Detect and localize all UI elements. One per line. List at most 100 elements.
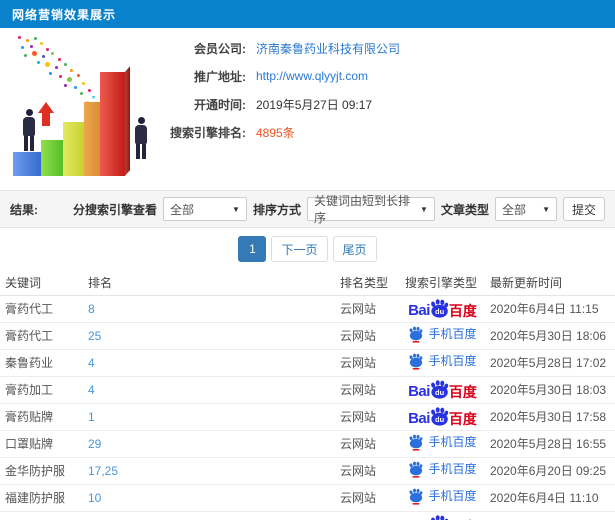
account-info-fields: 会员公司: 济南秦鲁药业科技有限公司 推广地址: http://www.qlyy… [168, 34, 400, 146]
engine-cell: Bai du 百度 [400, 376, 485, 404]
engine-cell: Bai du 百度 [400, 295, 485, 323]
table-row: 金华防护服 17,25 云网站 手机百度 2020年6月20日 09:25 [0, 457, 615, 485]
updated-time-text: 2020年5月30日 18:06 [490, 329, 607, 343]
header-engine-type: 搜索引擎类型 [400, 270, 485, 296]
baidu-paw-icon: du [431, 380, 449, 399]
growth-arrow-icon [38, 102, 54, 126]
confetti-decoration [18, 36, 21, 39]
illustration-bar-red [100, 72, 125, 176]
baidu-paw-icon [410, 353, 423, 370]
svg-text:du: du [435, 388, 445, 397]
businessman-figure-right [134, 117, 148, 159]
baidu-paw-icon [410, 434, 423, 451]
member-company-label: 会员公司: [194, 41, 246, 56]
promo-url-link[interactable]: http://www.qlyyjt.com [256, 69, 368, 83]
page-1-button[interactable]: 1 [238, 236, 267, 262]
table-row: Bai du 百度 [0, 511, 615, 520]
baidu-mobile-logo: 手机百度 [408, 488, 477, 505]
member-company-link[interactable]: 济南秦鲁药业科技有限公司 [256, 40, 400, 57]
rank-link[interactable]: 17,25 [88, 464, 118, 478]
engine-filter-value: 全部 [169, 202, 194, 217]
sort-filter-select[interactable]: 关键词由短到长排序 ▼ [306, 194, 435, 225]
promo-url-row: 推广地址: http://www.qlyyjt.com [168, 62, 400, 90]
engine-cell: 手机百度 [400, 349, 485, 377]
engine-cell: 手机百度 [400, 430, 485, 458]
sort-filter-label: 排序方式 [252, 202, 301, 217]
keyword-text: 膏药代工 [5, 302, 54, 316]
updated-time-text: 2020年5月30日 17:58 [490, 410, 607, 424]
baidu-paw-icon [410, 461, 423, 478]
article-type-select[interactable]: 全部 ▼ [494, 197, 557, 221]
engine-filter-label: 分搜索引擎查看 [72, 202, 157, 217]
svg-text:du: du [435, 307, 445, 316]
baidu-pc-logo: Bai du 百度 [408, 515, 477, 520]
baidu-pc-logo: Bai du 百度 [408, 299, 477, 318]
baidu-pc-logo: Bai du 百度 [408, 380, 477, 399]
rank-link[interactable]: 1 [88, 410, 95, 424]
baidu-paw-icon [410, 488, 423, 505]
table-row: 秦鲁药业 4 云网站 手机百度 2020年5月28日 17:02 [0, 349, 615, 377]
rank-type-text: 云网站 [340, 464, 377, 478]
window-titlebar: 网络营销效果展示 [0, 0, 615, 28]
keyword-text: 膏药加工 [5, 383, 54, 397]
rank-type-text: 云网站 [340, 329, 377, 343]
result-label: 结果: [10, 202, 38, 217]
next-page-button[interactable]: 下一页 [271, 236, 328, 262]
rank-link[interactable]: 4 [88, 383, 95, 397]
rank-link[interactable]: 25 [88, 329, 101, 343]
engine-rank-count-label: 搜索引擎排名: [170, 125, 246, 140]
open-time-value: 2019年5月27日 09:17 [256, 97, 373, 112]
filter-bar: 结果: 分搜索引擎查看 全部 ▼ 排序方式 关键词由短到长排序 ▼ 文章类型 全… [0, 190, 615, 228]
engine-cell: Bai du 百度 [400, 511, 485, 520]
pagination: 1 下一页 尾页 [0, 228, 615, 270]
marketing-chart-illustration [8, 32, 170, 184]
baidu-paw-icon: du [431, 515, 449, 520]
keyword-text: 秦鲁药业 [5, 356, 54, 370]
table-row: 膏药加工 4 云网站 Bai du 百度 2020年5月30日 18:03 [0, 376, 615, 404]
engine-cell: 手机百度 [400, 457, 485, 485]
table-body: 膏药代工 8 云网站 Bai du 百度 2020年6月4日 11:15 膏药代… [0, 295, 615, 520]
svg-text:du: du [435, 415, 445, 424]
baidu-paw-icon [410, 326, 423, 343]
open-time-row: 开通时间: 2019年5月27日 09:17 [168, 90, 400, 118]
last-page-button[interactable]: 尾页 [332, 236, 377, 262]
keywords-table: 关键词 排名 排名类型 搜索引擎类型 最新更新时间 膏药代工 8 云网站 Bai… [0, 270, 615, 520]
updated-time-text: 2020年6月20日 09:25 [490, 464, 607, 478]
keyword-text: 金华防护服 [5, 464, 66, 478]
rank-type-text: 云网站 [340, 491, 377, 505]
keyword-text: 口罩贴牌 [5, 437, 54, 451]
chevron-down-icon: ▼ [420, 204, 428, 214]
rank-link[interactable]: 4 [88, 356, 95, 370]
engine-cell: 手机百度 [400, 322, 485, 350]
table-row: 福建防护服 10 云网站 手机百度 2020年6月4日 11:10 [0, 484, 615, 512]
article-type-label: 文章类型 [440, 202, 489, 217]
engine-rank-count-row: 搜索引擎排名: 4895条 [168, 118, 400, 146]
member-company-row: 会员公司: 济南秦鲁药业科技有限公司 [168, 34, 400, 62]
filter-controls: 分搜索引擎查看 全部 ▼ 排序方式 关键词由短到长排序 ▼ 文章类型 全部 ▼ … [72, 194, 605, 225]
table-row: 膏药代工 8 云网站 Bai du 百度 2020年6月4日 11:15 [0, 295, 615, 323]
table-row: 口罩贴牌 29 云网站 手机百度 2020年5月28日 16:55 [0, 430, 615, 458]
article-type-value: 全部 [501, 202, 526, 217]
rank-link[interactable]: 29 [88, 437, 101, 451]
baidu-paw-icon: du [431, 407, 449, 426]
sort-filter-value: 关键词由短到长排序 [313, 194, 410, 225]
rank-link[interactable]: 8 [88, 302, 95, 316]
rank-type-text: 云网站 [340, 383, 377, 397]
promo-url-label: 推广地址: [194, 69, 246, 84]
rank-link[interactable]: 10 [88, 491, 101, 505]
page-title: 网络营销效果展示 [12, 7, 117, 22]
engine-filter-select[interactable]: 全部 ▼ [162, 197, 247, 221]
engine-cell: Bai du 百度 [400, 403, 485, 431]
rank-type-text: 云网站 [340, 302, 377, 316]
rank-type-text: 云网站 [340, 356, 377, 370]
baidu-paw-icon: du [431, 299, 449, 318]
header-keyword: 关键词 [0, 270, 83, 296]
submit-button[interactable]: 提交 [562, 197, 605, 221]
table-header: 关键词 排名 排名类型 搜索引擎类型 最新更新时间 [0, 270, 615, 296]
marketing-report-page: 网络营销效果展示 会员公司: 济南秦鲁药业科技有限公司 推广地址: http:/… [0, 0, 615, 520]
chevron-down-icon: ▼ [542, 204, 550, 214]
updated-time-text: 2020年6月4日 11:10 [490, 491, 599, 505]
updated-time-text: 2020年5月28日 17:02 [490, 356, 607, 370]
table-row: 膏药代工 25 云网站 手机百度 2020年5月30日 18:06 [0, 322, 615, 350]
businessman-figure-left [22, 109, 36, 151]
